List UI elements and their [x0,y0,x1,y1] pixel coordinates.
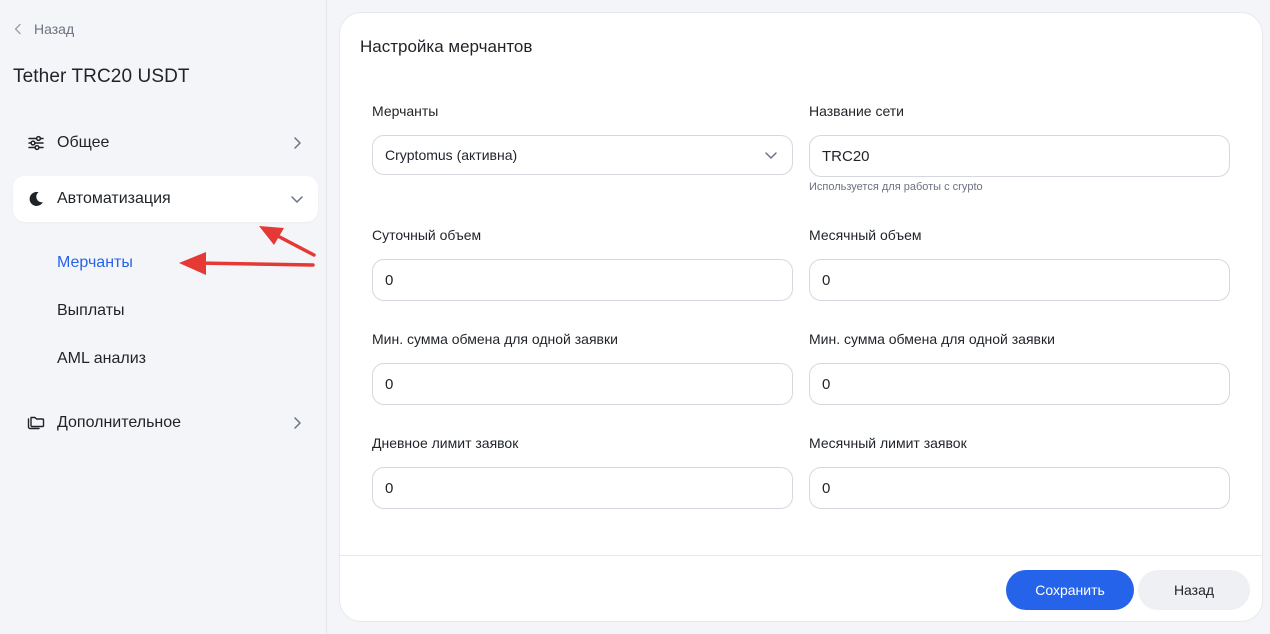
network-name-hint: Используется для работы с crypto [809,181,983,193]
daily-volume-value: 0 [385,271,394,289]
moon-icon [27,190,45,208]
monthly-volume-label: Месячный объем [809,227,922,243]
merchant-settings-card: Настройка мерчантов Мерчанты Cryptomus (… [339,12,1263,622]
monthly-limit-input[interactable]: 0 [809,467,1230,509]
monthly-limit-value: 0 [822,479,831,497]
min-amount-value: 0 [385,375,394,393]
min-amount-input[interactable]: 0 [372,363,793,405]
sliders-icon [27,134,45,152]
monthly-limit-label: Месячный лимит заявок [809,435,967,451]
nav-item-additional[interactable]: Дополнительное [13,400,318,446]
app-root: Назад Tether TRC20 USDT Общее Автоматиза… [0,0,1270,634]
monthly-volume-input[interactable]: 0 [809,259,1230,301]
daily-limit-value: 0 [385,479,394,497]
sub-item-payouts[interactable]: Выплаты [57,302,125,320]
chevron-right-icon [294,417,301,429]
min-amount-label-secondary: Мин. сумма обмена для одной заявки [809,331,1055,347]
nav-item-label: Автоматизация [57,190,171,207]
chevron-down-icon [765,152,777,159]
daily-volume-input[interactable]: 0 [372,259,793,301]
min-amount-input-secondary[interactable]: 0 [809,363,1230,405]
sub-item-aml[interactable]: AML анализ [57,350,146,368]
sub-item-merchants[interactable]: Мерчанты [57,254,133,272]
min-amount-value-secondary: 0 [822,375,831,393]
save-button[interactable]: Сохранить [1006,570,1134,610]
network-name-value: TRC20 [822,147,870,165]
network-name-label: Название сети [809,103,905,119]
monthly-volume-value: 0 [822,271,831,289]
footer-divider [340,555,1262,556]
chevron-left-icon [14,23,21,35]
daily-limit-input[interactable]: 0 [372,467,793,509]
folders-icon [27,414,45,432]
nav-item-label: Дополнительное [57,414,182,431]
nav-item-label: Общее [57,134,110,151]
nav-item-general[interactable]: Общее [13,120,318,166]
min-amount-label: Мин. сумма обмена для одной заявки [372,331,618,347]
back-link[interactable]: Назад [12,19,74,39]
back-button[interactable]: Назад [1138,570,1250,610]
nav-item-automation[interactable]: Автоматизация [13,176,318,222]
card-title: Настройка мерчантов [360,37,533,56]
chevron-down-icon [291,196,303,203]
network-name-input[interactable]: TRC20 [809,135,1230,177]
merchants-select-value: Cryptomus (активна) [385,147,518,163]
sidebar: Назад Tether TRC20 USDT Общее Автоматиза… [0,0,327,634]
chevron-right-icon [294,137,301,149]
daily-volume-label: Суточный объем [372,227,482,243]
merchants-select[interactable]: Cryptomus (активна) [372,135,793,175]
back-link-label: Назад [34,21,75,37]
asset-title: Tether TRC20 USDT [13,66,190,87]
merchants-label: Мерчанты [372,103,439,119]
daily-limit-label: Дневное лимит заявок [372,435,519,451]
